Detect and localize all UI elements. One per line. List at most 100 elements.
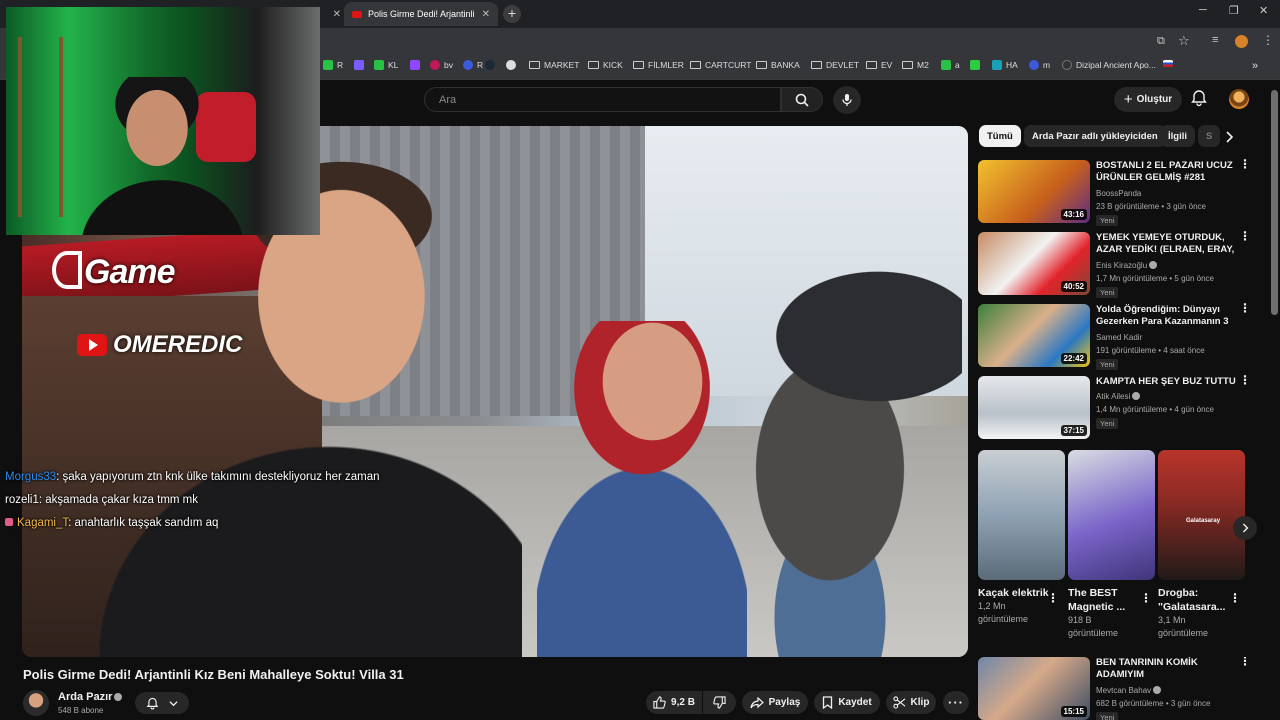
folder-icon — [529, 61, 540, 69]
more-vertical-icon[interactable]: ⋮ — [1239, 158, 1251, 170]
minimize-icon[interactable]: ─ — [1199, 4, 1207, 16]
chip-truncated[interactable]: S — [1198, 125, 1220, 147]
like-button[interactable]: 9,2 B — [646, 691, 702, 714]
shorts-next-button[interactable] — [1233, 516, 1257, 540]
bookmark-4[interactable]: R — [463, 60, 483, 70]
create-button[interactable]: + Oluştur — [1114, 87, 1182, 112]
short-info[interactable]: The BEST Magnetic ... 918 B görüntüleme — [1068, 586, 1140, 640]
bookmark-7[interactable]: m — [1029, 60, 1050, 70]
search-icon — [795, 93, 809, 107]
bookmark-8[interactable]: Dizipal Ancient Apo... — [1062, 60, 1156, 70]
short-more-icon[interactable]: ⋮ — [1140, 591, 1152, 605]
close-window-icon[interactable]: ✕ — [1259, 4, 1268, 17]
short-thumbnail[interactable] — [978, 450, 1065, 580]
account-avatar[interactable] — [1229, 89, 1249, 109]
recommendation-item[interactable]: 15:15 BEN TANRININ KOMİK ADAMIYIM Mevtca… — [978, 657, 1268, 720]
restore-icon[interactable]: ❐ — [1229, 4, 1239, 17]
thumbnail[interactable]: 22:42 — [978, 304, 1090, 367]
page-scrollbar[interactable] — [1271, 90, 1278, 315]
chips-next-button[interactable] — [1224, 130, 1234, 148]
recommendation-title[interactable]: BOSTANLI 2 EL PAZARI UCUZ ÜRÜNLER GELMİŞ… — [1096, 160, 1236, 184]
subscription-notifications-button[interactable] — [135, 692, 189, 714]
stream-brand-logo: Game — [52, 251, 175, 292]
share-button[interactable]: Paylaş — [742, 691, 808, 714]
save-button[interactable]: Kaydet — [814, 691, 880, 714]
bookmark-folder-m2[interactable]: M2 — [902, 60, 929, 70]
more-vertical-icon[interactable]: ⋮ — [1239, 374, 1251, 386]
short-info[interactable]: Drogba: "Galatasara... 3,1 Mn görüntülem… — [1158, 586, 1230, 640]
bookmark-star-icon[interactable]: ☆ — [1178, 33, 1190, 49]
short-info[interactable]: Kaçak elektrik 1,2 Mn görüntüleme — [978, 586, 1058, 626]
more-vertical-icon[interactable]: ⋮ — [1239, 657, 1251, 667]
bookmark-extra-1[interactable] — [354, 60, 364, 70]
notifications-button[interactable] — [1190, 89, 1208, 112]
folder-icon — [633, 61, 644, 69]
recommendation-item[interactable]: 37:15 KAMPTA HER ŞEY BUZ TUTTU Atik Aile… — [978, 374, 1268, 440]
bookmark-folder-ev[interactable]: EV — [866, 60, 892, 70]
bookmark-3[interactable]: bv — [430, 60, 453, 70]
short-thumbnail[interactable] — [1068, 450, 1155, 580]
bookmark-green[interactable] — [970, 60, 980, 70]
bookmarks-more-icon[interactable]: » — [1252, 60, 1258, 72]
voice-search-button[interactable] — [833, 86, 861, 114]
short-thumbnail[interactable]: Galatasaray — [1158, 450, 1245, 580]
short-more-icon[interactable]: ⋮ — [1229, 591, 1241, 605]
recommendation-channel[interactable]: Enis Kirazoğlu — [1096, 261, 1158, 270]
bookmark-openai[interactable] — [506, 60, 516, 70]
recommendation-title[interactable]: KAMPTA HER ŞEY BUZ TUTTU — [1096, 376, 1236, 388]
install-icon[interactable]: ⧉ — [1157, 35, 1165, 48]
bookmark-6[interactable]: HA — [992, 60, 1018, 70]
recommendation-title[interactable]: YEMEK YEMEYE OTURDUK, AZAR YEDİK! (ELRAE… — [1096, 232, 1236, 258]
search-button[interactable] — [781, 87, 823, 112]
bookmark-folder-cartcurt[interactable]: CARTCURT — [690, 60, 751, 70]
kick-icon — [374, 60, 384, 70]
more-vertical-icon[interactable]: ⋮ — [1239, 302, 1251, 314]
tab-close-icon[interactable]: ✕ — [482, 9, 490, 20]
thumbnail[interactable]: 15:15 — [978, 657, 1090, 720]
bookmark-folder-market[interactable]: MARKET — [529, 60, 579, 70]
thumbnail[interactable]: 37:15 — [978, 376, 1090, 439]
bookmark-1[interactable]: R — [323, 60, 343, 70]
more-vertical-icon[interactable]: ⋮ — [1239, 230, 1251, 242]
flag-icon — [1163, 60, 1173, 67]
thumbnail[interactable]: 40:52 — [978, 232, 1090, 295]
tab-active[interactable]: Polis Girme Dedi! Arjantinli Kız ✕ — [344, 2, 498, 26]
more-actions-button[interactable]: ··· — [943, 691, 969, 714]
channel-name[interactable]: Arda Pazır — [58, 691, 123, 703]
clip-button[interactable]: Klip — [886, 691, 936, 714]
media-controls-icon[interactable]: ≡ — [1212, 34, 1218, 46]
recommendation-channel[interactable]: Samed Kadir — [1096, 333, 1142, 342]
video-frame-woman — [537, 321, 747, 657]
bookmark-steam[interactable] — [485, 60, 495, 70]
dislike-button[interactable] — [703, 691, 736, 714]
short-more-icon[interactable]: ⋮ — [1047, 591, 1059, 605]
new-tab-plus-icon[interactable]: + — [503, 5, 521, 23]
thumbnail[interactable]: 43:16 — [978, 160, 1090, 223]
chip-related[interactable]: İlgili — [1160, 125, 1195, 147]
bookmark-flag[interactable] — [1163, 60, 1173, 67]
bookmark-twitch[interactable] — [410, 60, 420, 70]
chip-from-uploader[interactable]: Arda Pazır adlı yükleyiciden — [1024, 125, 1166, 147]
bookmark-folder-devlet[interactable]: DEVLET — [811, 60, 859, 70]
bookmark-folder-filmler[interactable]: FİLMLER — [633, 60, 684, 70]
search-input[interactable]: Ara — [424, 87, 781, 112]
recommendation-channel[interactable]: Atik Ailesi — [1096, 392, 1141, 401]
chip-all[interactable]: Tümü — [979, 125, 1021, 147]
recommendation-channel[interactable]: Mevtcan Bahav — [1096, 686, 1162, 695]
folder-icon — [588, 61, 599, 69]
recommendation-channel[interactable]: BoossPanda — [1096, 189, 1141, 198]
profile-avatar-icon[interactable] — [1235, 35, 1248, 48]
bookmark-2[interactable]: KL — [374, 60, 398, 70]
chevron-right-icon — [1226, 131, 1234, 143]
bookmark-folder-banka[interactable]: BANKA — [756, 60, 800, 70]
recommendation-title[interactable]: Yolda Öğrendiğim: Dünyayı Gezerken Para … — [1096, 304, 1236, 330]
tab-close-previous[interactable]: ✕ — [325, 2, 341, 26]
bookmark-folder-kick[interactable]: KICK — [588, 60, 623, 70]
recommendation-item[interactable]: 40:52 YEMEK YEMEYE OTURDUK, AZAR YEDİK! … — [978, 230, 1268, 298]
recommendation-item[interactable]: 22:42 Yolda Öğrendiğim: Dünyayı Gezerken… — [978, 302, 1268, 370]
browser-menu-icon[interactable]: ⋮ — [1262, 33, 1274, 47]
bookmark-5[interactable]: a — [941, 60, 960, 70]
channel-avatar[interactable] — [23, 690, 49, 716]
recommendation-title[interactable]: BEN TANRININ KOMİK ADAMIYIM — [1096, 657, 1236, 681]
recommendation-item[interactable]: 43:16 BOSTANLI 2 EL PAZARI UCUZ ÜRÜNLER … — [978, 158, 1268, 226]
